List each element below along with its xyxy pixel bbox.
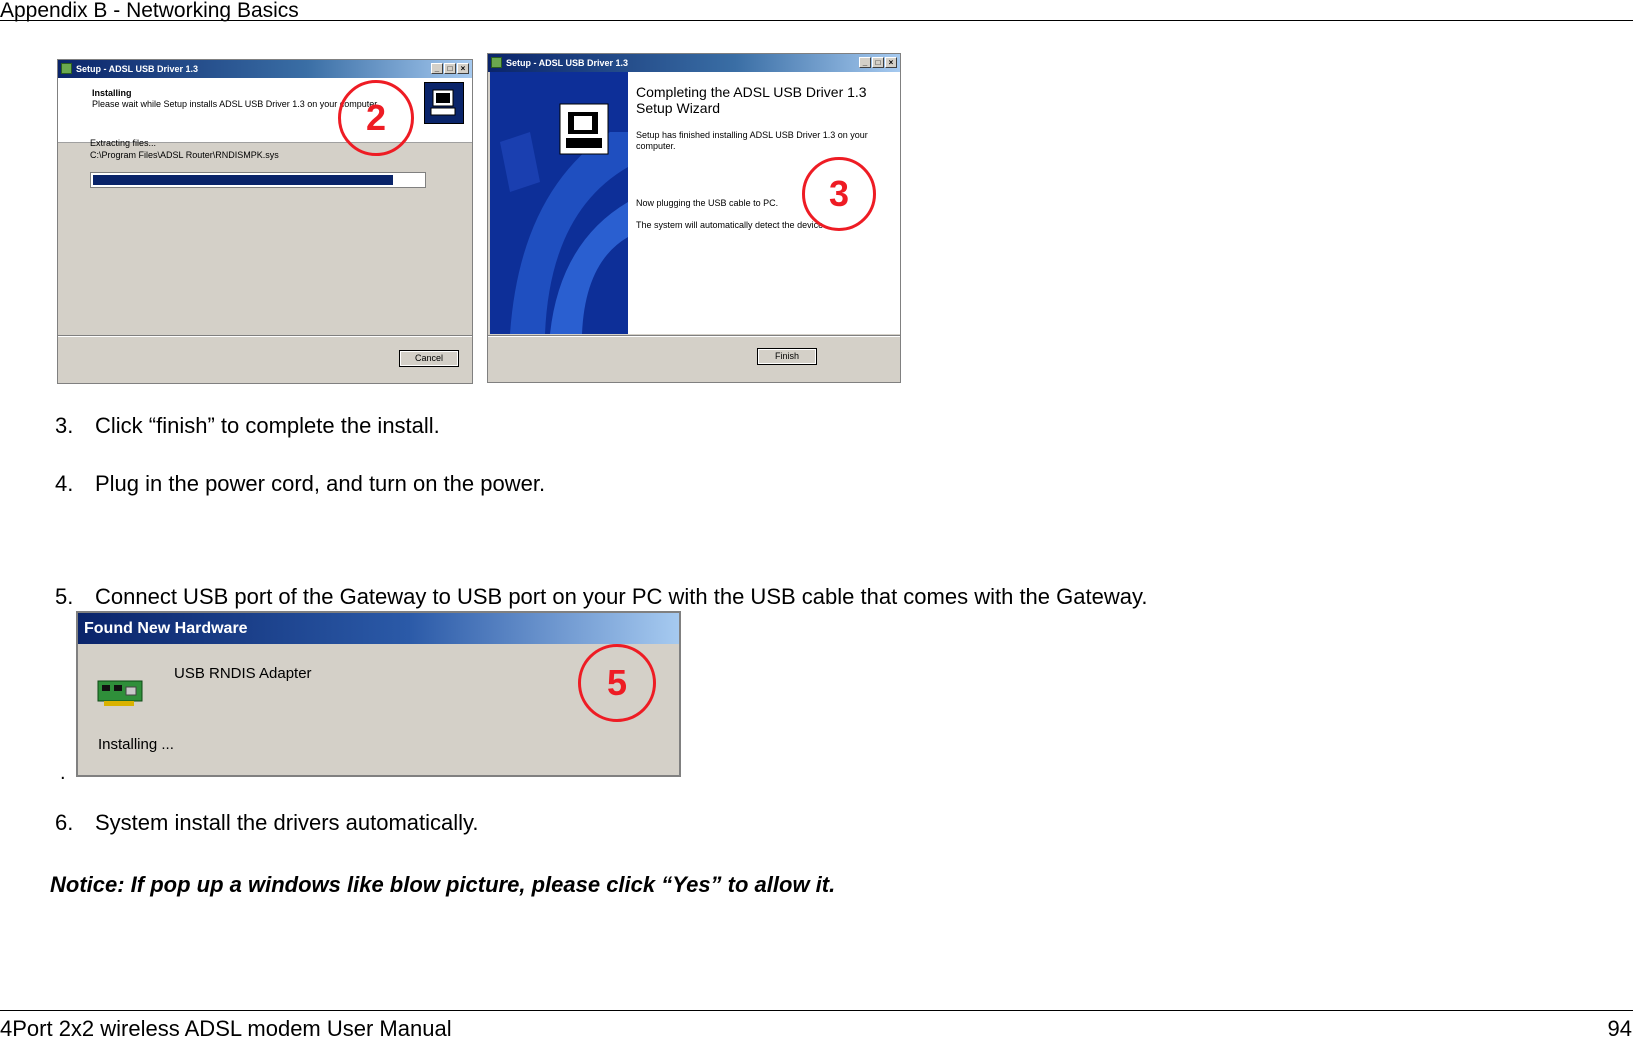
- network-card-icon: [96, 675, 146, 714]
- maximize-button[interactable]: □: [444, 63, 456, 74]
- footer-rule: [0, 1010, 1633, 1011]
- minimize-button[interactable]: _: [431, 63, 443, 74]
- header-rule: [0, 20, 1633, 21]
- install-subtitle: Please wait while Setup installs ADSL US…: [92, 99, 380, 109]
- footer-page-number: 94: [1607, 1016, 1632, 1041]
- window-controls: _ □ ×: [431, 63, 469, 74]
- install-path: C:\Program Files\ADSL Router\RNDISMPK.sy…: [90, 150, 279, 160]
- step-4: 4. Plug in the power cord, and turn on th…: [55, 471, 545, 497]
- finish-line1: Setup has finished installing ADSL USB D…: [636, 130, 868, 151]
- install-progress-fill: [93, 175, 393, 185]
- finish-button[interactable]: Finish: [757, 348, 817, 365]
- found-hw-title: Found New Hardware: [84, 620, 248, 637]
- found-hw-titlebar: Found New Hardware: [78, 613, 679, 644]
- setup-app-icon: [491, 57, 502, 68]
- minimize-button[interactable]: _: [859, 57, 871, 68]
- step-text: Click “finish” to complete the install.: [95, 413, 440, 438]
- finish-line2: Now plugging the USB cable to PC.: [636, 198, 779, 208]
- found-hw-device: USB RNDIS Adapter: [174, 665, 312, 682]
- step-text: System install the drivers automatically…: [95, 810, 479, 835]
- wizard-banner-art: [490, 72, 628, 334]
- install-heading: Installing: [92, 88, 132, 98]
- step-number: 6.: [55, 810, 74, 835]
- step-6: 6. System install the drivers automatical…: [55, 810, 479, 836]
- found-hw-status: Installing ...: [98, 736, 174, 753]
- step-number: 3.: [55, 413, 74, 438]
- maximize-button[interactable]: □: [872, 57, 884, 68]
- page-header: Appendix B - Networking Basics: [0, 0, 299, 22]
- close-button[interactable]: ×: [885, 57, 897, 68]
- install-dialog-title: Setup - ADSL USB Driver 1.3: [76, 64, 199, 74]
- callout-5: 5: [578, 644, 656, 722]
- finish-bottom-divider: [488, 335, 900, 337]
- step-3: 3. Click “finish” to complete the install…: [55, 413, 440, 439]
- step-5: 5. Connect USB port of the Gateway to USB…: [55, 584, 1147, 610]
- close-button[interactable]: ×: [457, 63, 469, 74]
- install-bottom-divider: [58, 335, 472, 337]
- step-number: 4.: [55, 471, 74, 496]
- step-number: 5.: [55, 584, 74, 609]
- callout-2: 2: [338, 80, 414, 156]
- footer-manual-title: 4Port 2x2 wireless ADSL modem User Manua…: [0, 1016, 452, 1041]
- window-controls: _ □ ×: [859, 57, 897, 68]
- callout-3: 3: [802, 157, 876, 231]
- finish-line3: The system will automatically detect the…: [636, 220, 826, 230]
- wizard-side-banner: [490, 72, 628, 334]
- setup-app-icon: [61, 63, 72, 74]
- stray-period: .: [60, 762, 66, 784]
- install-progress-bar: [90, 172, 426, 188]
- notice-text: Notice: If pop up a windows like blow pi…: [50, 872, 836, 897]
- finish-dialog-title: Setup - ADSL USB Driver 1.3: [506, 58, 629, 68]
- setup-computer-icon: [424, 82, 464, 124]
- finish-heading: Completing the ADSL USB Driver 1.3 Setup…: [636, 84, 867, 116]
- finish-dialog-titlebar: Setup - ADSL USB Driver 1.3 _ □ ×: [488, 54, 900, 72]
- step-text: Plug in the power cord, and turn on the …: [95, 471, 546, 496]
- step-text: Connect USB port of the Gateway to USB p…: [95, 584, 1148, 609]
- install-dialog-titlebar: Setup - ADSL USB Driver 1.3 _ □ ×: [58, 60, 472, 78]
- cancel-button[interactable]: Cancel: [399, 350, 459, 367]
- install-status: Extracting files...: [90, 138, 157, 148]
